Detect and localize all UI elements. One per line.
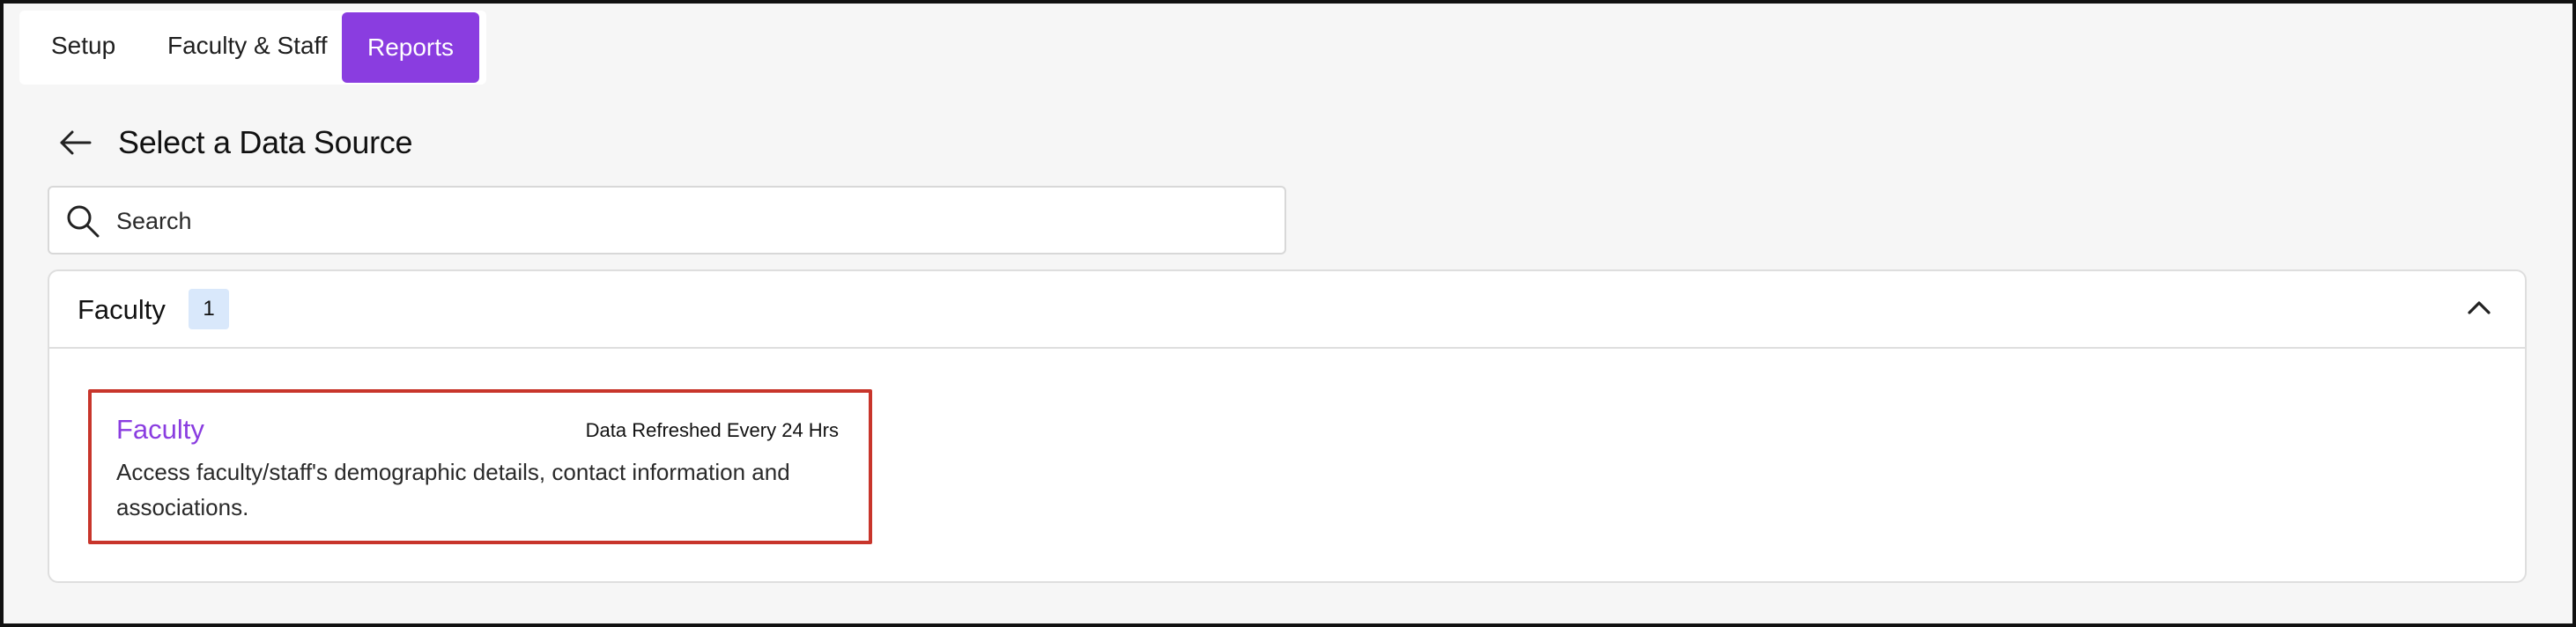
refresh-frequency-label: Data Refreshed Every 24 Hrs [585,419,839,441]
data-source-card-faculty[interactable]: Faculty Data Refreshed Every 24 Hrs Acce… [88,389,872,544]
arrow-left-icon[interactable] [56,123,95,162]
faculty-category-panel: Faculty 1 Faculty Data Refreshed Every 2… [48,269,2527,583]
page-title: Select a Data Source [118,124,413,160]
app-frame: Setup Faculty & Staff Reports Select a D… [0,0,2576,627]
data-source-title[interactable]: Faculty [116,410,204,449]
search-icon [63,202,102,240]
search-input[interactable] [115,191,1263,251]
tab-setup[interactable]: Setup [51,11,115,81]
tab-reports[interactable]: Reports [342,12,479,83]
tab-faculty-staff[interactable]: Faculty & Staff [167,11,328,81]
category-header[interactable]: Faculty 1 [49,271,2525,349]
count-badge: 1 [189,289,229,329]
chevron-up-icon[interactable] [2460,289,2498,328]
category-title: Faculty [78,294,166,325]
search-box[interactable] [48,186,1286,254]
top-tab-bar: Setup Faculty & Staff Reports [19,11,486,85]
data-source-description: Access faculty/staff's demographic detai… [116,459,790,520]
